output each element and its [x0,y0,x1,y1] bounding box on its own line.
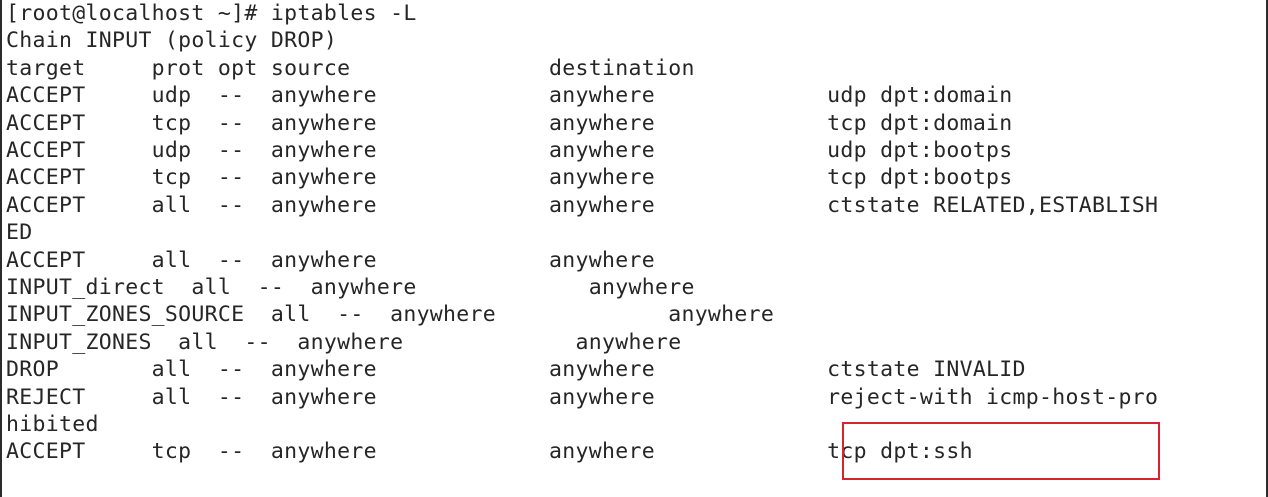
terminal-line-rule: ACCEPT all -- anywhere anywhere ctstate … [6,192,1159,218]
terminal-line-rule: INPUT_ZONES_SOURCE all -- anywhere anywh… [6,302,775,328]
terminal-line-wrap: hibited [6,412,99,437]
terminal-line-prompt: [root@localhost ~]# iptables -L [6,1,417,26]
terminal-line-rule: ACCEPT tcp -- anywhere anywhere tcp dpt:… [6,110,1013,136]
terminal-line-rule: ACCEPT udp -- anywhere anywhere udp dpt:… [6,83,1013,109]
terminal-line-wrap: ED [6,220,33,246]
terminal-line-chain-header: Chain INPUT (policy DROP) [6,28,338,54]
terminal-line-rule: ACCEPT udp -- anywhere anywhere udp dpt:… [6,138,1013,163]
terminal-line-rule: DROP all -- anywhere anywhere ctstate IN… [6,357,1026,383]
terminal-line-rule: INPUT_direct all -- anywhere anywhere [6,275,695,300]
terminal-line-column-header: target prot opt source destination [6,55,695,81]
terminal-line-rule: ACCEPT tcp -- anywhere anywhere tcp dpt:… [6,165,1013,191]
terminal-line-rule: REJECT all -- anywhere anywhere reject-w… [6,384,1159,410]
terminal-line-rule-ssh: ACCEPT tcp -- anywhere anywhere tcp dpt:… [6,439,973,465]
terminal-line-rule: ACCEPT all -- anywhere anywhere [6,247,655,273]
terminal-window[interactable]: [root@localhost ~]# iptables -L Chain IN… [0,0,1268,497]
terminal-line-rule: INPUT_ZONES all -- anywhere anywhere [6,329,682,355]
ssh-rule-highlight-box [842,422,1160,480]
